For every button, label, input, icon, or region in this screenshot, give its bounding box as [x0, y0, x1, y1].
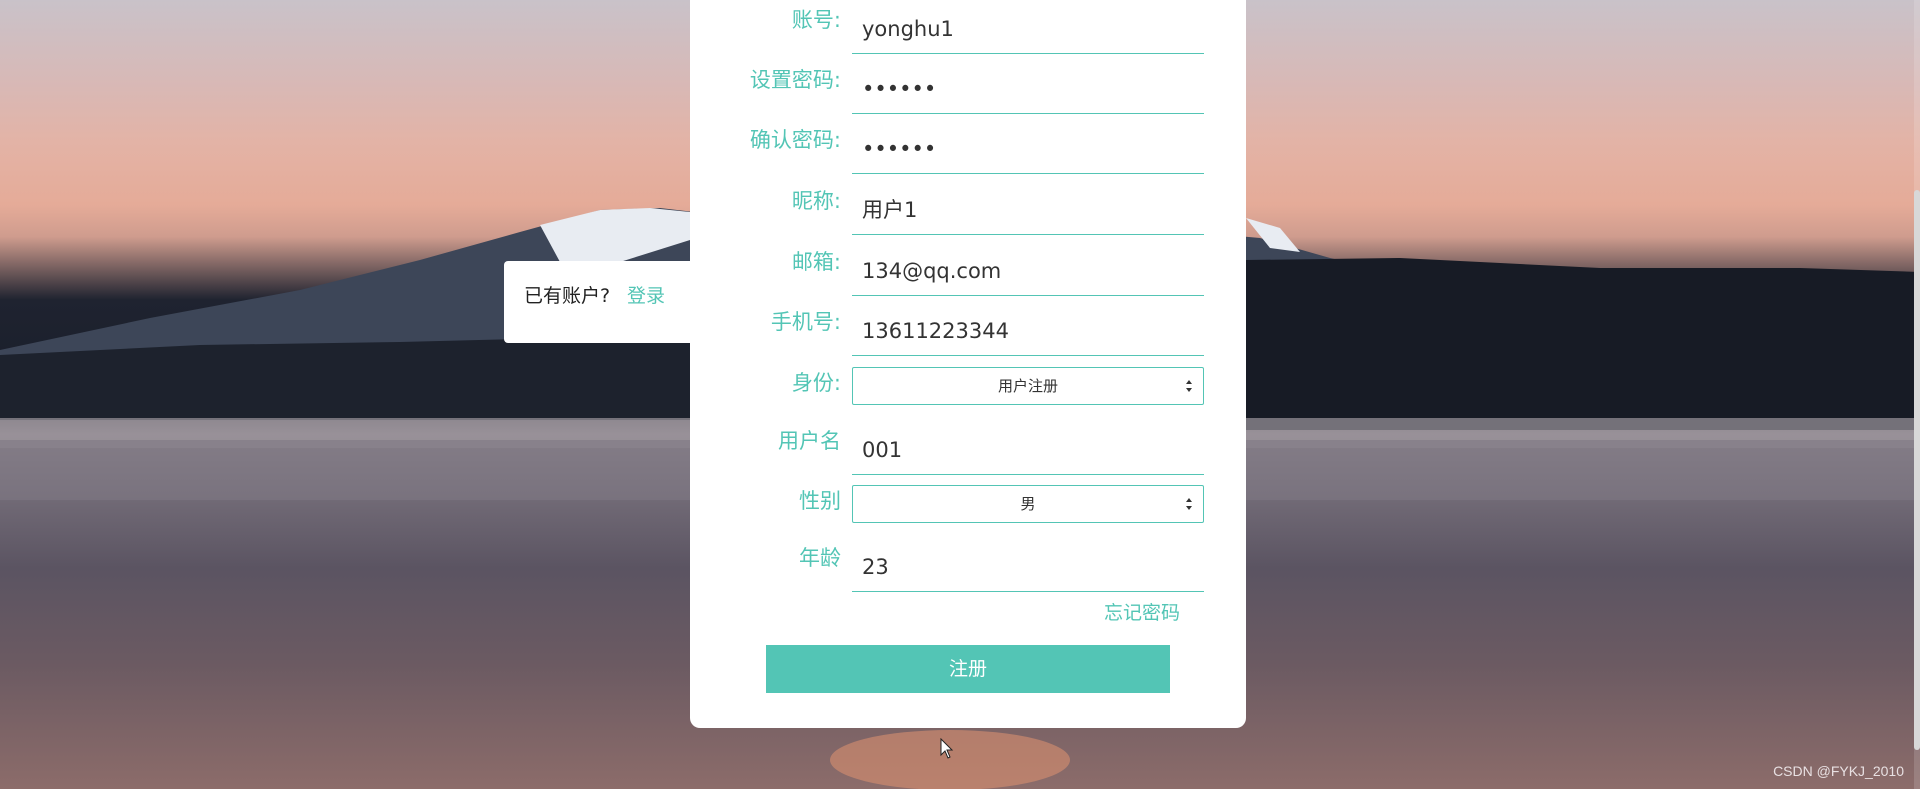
phone-row: 手机号: 13611223344 — [690, 306, 1246, 358]
age-row: 年龄 23 — [690, 542, 1246, 594]
username-row: 用户名 001 — [690, 425, 1246, 477]
select-arrows-icon — [1186, 380, 1192, 392]
password-label: 设置密码: — [749, 68, 841, 92]
age-label: 年龄 — [799, 546, 841, 570]
username-input[interactable]: 001 — [852, 425, 1204, 475]
identity-select[interactable]: 用户注册 — [852, 367, 1204, 405]
account-input[interactable]: yonghu1 — [852, 4, 1204, 54]
password-row: 设置密码: •••••• — [690, 64, 1246, 116]
login-prompt-box: 已有账户? 登录 — [504, 261, 704, 343]
login-link[interactable]: 登录 — [627, 281, 665, 308]
confirm-password-input[interactable]: •••••• — [852, 124, 1204, 174]
password-input[interactable]: •••••• — [852, 64, 1204, 114]
identity-label: 身份: — [791, 371, 841, 395]
register-form-card: 账号: yonghu1 设置密码: •••••• 确认密码: •••••• 昵称… — [690, 0, 1246, 728]
phone-input[interactable]: 13611223344 — [852, 306, 1204, 356]
nickname-input[interactable]: 用户1 — [852, 185, 1204, 235]
nickname-row: 昵称: 用户1 — [690, 185, 1246, 237]
gender-row: 性别 男 — [690, 485, 1246, 537]
select-arrows-icon — [1186, 498, 1192, 510]
identity-row: 身份: 用户注册 — [690, 367, 1246, 419]
gender-select[interactable]: 男 — [852, 485, 1204, 523]
email-label: 邮箱: — [791, 250, 841, 274]
account-label: 账号: — [791, 8, 841, 32]
email-input[interactable]: 134@qq.com — [852, 246, 1204, 296]
page-scrollbar[interactable] — [1914, 0, 1920, 789]
mouse-cursor-icon — [940, 738, 954, 759]
scrollbar-thumb[interactable] — [1914, 190, 1920, 750]
username-label: 用户名 — [778, 429, 841, 453]
nickname-label: 昵称: — [791, 189, 841, 213]
gender-select-value: 男 — [1020, 495, 1036, 513]
forgot-password-link[interactable]: 忘记密码 — [1104, 598, 1180, 625]
confirm-password-label: 确认密码: — [749, 128, 841, 152]
phone-label: 手机号: — [770, 310, 841, 334]
gender-label: 性别 — [799, 489, 841, 513]
account-row: 账号: yonghu1 — [690, 4, 1246, 56]
watermark-text: CSDN @FYKJ_2010 — [1773, 763, 1904, 779]
email-row: 邮箱: 134@qq.com — [690, 246, 1246, 298]
confirm-password-row: 确认密码: •••••• — [690, 124, 1246, 176]
register-button[interactable]: 注册 — [766, 645, 1170, 693]
age-input[interactable]: 23 — [852, 542, 1204, 592]
login-question-text: 已有账户? — [524, 285, 611, 307]
identity-select-value: 用户注册 — [997, 377, 1058, 395]
